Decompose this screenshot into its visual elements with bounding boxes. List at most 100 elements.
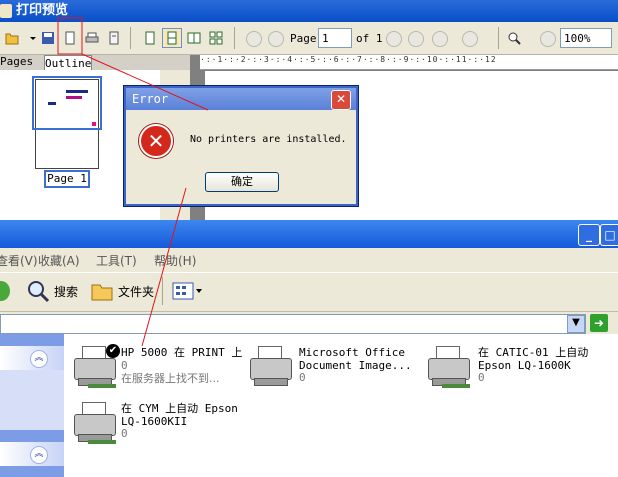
page-settings-icon (109, 31, 119, 45)
menu-favorites[interactable]: 收藏(A) (38, 252, 80, 269)
toolbar-separator (498, 27, 499, 49)
printer-doc-count: 0 (121, 427, 128, 440)
minimize-icon: _ (586, 228, 592, 242)
folders-button[interactable]: 文件夹 (90, 279, 154, 306)
collapse-chevron-icon[interactable]: ︽ (30, 446, 48, 464)
printer-name: Microsoft Office (299, 346, 405, 359)
error-message: No printers are installed. (190, 134, 347, 145)
back-button[interactable] (432, 31, 448, 47)
explorer-titlebar: _ □ (0, 220, 618, 248)
go-button[interactable]: ➜ (590, 314, 608, 332)
views-icon (172, 282, 202, 300)
close-button[interactable]: ✕ (331, 90, 351, 110)
toolbar-separator (130, 27, 131, 49)
minimize-button[interactable]: _ (578, 224, 600, 246)
page-setup-button[interactable] (60, 28, 80, 48)
save-icon (42, 32, 54, 44)
views-button[interactable] (172, 281, 202, 304)
maximize-icon: □ (604, 228, 616, 242)
zoom-select[interactable]: 100% (560, 28, 612, 48)
single-page-icon (145, 31, 155, 45)
printer-name-line2: Epson LQ-1600K (478, 359, 571, 372)
document-icon (65, 31, 75, 45)
printer-body (428, 358, 470, 380)
toolbar-separator (234, 27, 235, 49)
open-dropdown-button[interactable] (24, 28, 36, 48)
ok-button[interactable]: 确定 (205, 172, 279, 192)
continuous-page-icon (167, 31, 177, 45)
print-setup-button[interactable] (104, 28, 124, 48)
folder-open-icon (5, 33, 19, 45)
folder-icon (91, 284, 113, 301)
error-dialog: Error ✕ ✕ No printers are installed. 确定 (124, 86, 358, 206)
page-count-label: of 1 (356, 32, 383, 45)
print-preview-titlebar: 打印预览 (0, 0, 618, 22)
zoom-out-button[interactable] (540, 31, 556, 47)
printer-body (74, 358, 116, 380)
default-printer-check-icon: ✔ (106, 344, 120, 358)
facing-pages-icon (187, 32, 201, 44)
tab-pages[interactable]: Pages (0, 55, 40, 69)
print-button[interactable] (82, 28, 102, 48)
printer-catic01-epson[interactable] (424, 340, 474, 390)
open-button[interactable] (2, 28, 22, 48)
error-dialog-titlebar: Error ✕ (126, 88, 356, 110)
single-page-button[interactable] (140, 28, 160, 48)
thumbnail-label[interactable]: Page 1 (44, 170, 90, 188)
printer-name-line2: Document Image... (299, 359, 412, 372)
printer-name-line2: LQ-1600KII (121, 415, 188, 428)
maximize-button[interactable]: □ (600, 224, 618, 246)
menu-view[interactable]: 查看(V) (0, 252, 38, 269)
window-title: 打印预览 (16, 3, 69, 18)
printers-list: ✔ HP 5000 在 PRINT 上 0 在服务器上找不到... Micros… (64, 334, 618, 477)
printer-status: 在服务器上找不到... (121, 372, 220, 385)
explorer-toolbar: 搜索 文件夹 (0, 272, 618, 312)
chevron-down-icon: ▼ (572, 317, 580, 328)
address-input[interactable] (0, 314, 586, 334)
error-icon: ✕ (139, 124, 173, 158)
forward-button[interactable] (462, 31, 478, 47)
thumbnail-selection (32, 76, 102, 130)
folders-label: 文件夹 (118, 285, 155, 299)
address-bar: ▼ ➜ (0, 312, 618, 334)
task-pane: ︽ ︽ (0, 334, 64, 477)
collapse-chevron-icon[interactable]: ︽ (30, 350, 48, 368)
printer-doc-count: 0 (478, 371, 485, 384)
window-icon (0, 4, 12, 18)
printer-ms-office-image[interactable] (246, 340, 296, 390)
details-panel-header[interactable]: ︽ (0, 442, 64, 466)
printer-hp5000[interactable]: ✔ (70, 340, 120, 390)
go-arrow-icon: ➜ (593, 316, 605, 330)
print-preview-toolbar: Page 1 of 1 100% (0, 22, 618, 55)
printer-doc-count: 0 (299, 371, 306, 384)
first-page-button[interactable] (246, 31, 262, 47)
page-number-input[interactable]: 1 (318, 28, 352, 48)
facing-pages-button[interactable] (184, 28, 204, 48)
last-page-button[interactable] (408, 31, 424, 47)
menu-tools[interactable]: 工具(T) (96, 252, 137, 269)
error-dialog-title: Error (132, 92, 169, 106)
address-dropdown-button[interactable]: ▼ (567, 315, 585, 333)
forward-arrow-icon[interactable] (0, 281, 10, 301)
network-cable-icon (88, 384, 116, 388)
multi-page-button[interactable] (206, 28, 226, 48)
search-icon (28, 281, 50, 303)
printer-cym-epson[interactable] (70, 396, 120, 446)
magnifier-icon (508, 32, 521, 45)
zoom-in-button[interactable] (504, 28, 524, 48)
menu-help[interactable]: 帮助(H) (154, 252, 196, 269)
save-button[interactable] (38, 28, 58, 48)
printer-name: 在 CATIC-01 上自动 (478, 346, 589, 359)
next-page-button[interactable] (386, 31, 402, 47)
printer-body (250, 358, 292, 380)
search-button[interactable]: 搜索 (26, 279, 78, 306)
continuous-page-button[interactable] (162, 28, 182, 48)
printer-name: HP 5000 在 PRINT 上 (121, 346, 243, 359)
printer-body (74, 414, 116, 436)
search-label: 搜索 (54, 285, 79, 299)
printer-name: 在 CYM 上自动 Epson (121, 402, 238, 415)
previous-page-button[interactable] (268, 31, 284, 47)
page-label: Page (290, 32, 317, 45)
task-panel-header[interactable]: ︽ (0, 346, 64, 370)
toolbar-separator (162, 277, 163, 305)
